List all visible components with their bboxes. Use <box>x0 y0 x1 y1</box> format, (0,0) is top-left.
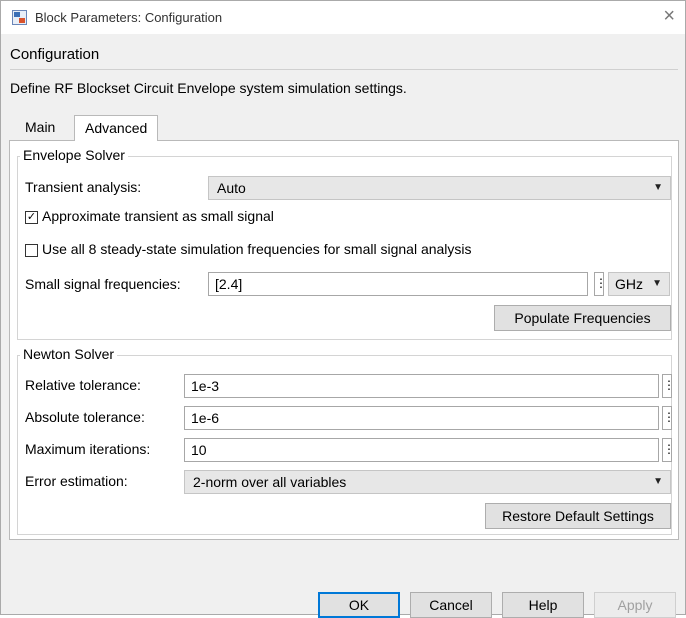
relative-tolerance-label: Relative tolerance: <box>25 377 141 393</box>
ok-button[interactable]: OK <box>318 592 400 618</box>
advanced-tab-panel: Envelope Solver Transient analysis: Auto… <box>9 140 679 540</box>
error-estimation-label: Error estimation: <box>25 473 128 489</box>
envelope-solver-legend: Envelope Solver <box>20 147 128 163</box>
use-all-frequencies-label: Use all 8 steady-state simulation freque… <box>42 241 472 257</box>
error-estimation-select[interactable]: 2-norm over all variables ▼ <box>184 470 671 494</box>
tab-advanced[interactable]: Advanced <box>74 115 159 141</box>
header-divider <box>10 69 678 70</box>
error-estimation-value: 2-norm over all variables <box>193 474 347 490</box>
populate-frequencies-button[interactable]: Populate Frequencies <box>494 305 671 331</box>
close-icon[interactable]: × <box>663 6 675 26</box>
title-bar: Block Parameters: Configuration × <box>1 1 685 34</box>
newton-solver-legend: Newton Solver <box>20 346 118 362</box>
simulink-block-icon <box>12 10 27 25</box>
small-signal-frequencies-label: Small signal frequencies: <box>25 276 181 292</box>
frequency-unit-value: GHz <box>615 276 643 292</box>
relative-tolerance-menu-icon[interactable]: ⋮ <box>662 374 675 398</box>
chevron-down-icon: ▼ <box>653 182 663 193</box>
absolute-tolerance-label: Absolute tolerance: <box>25 409 145 425</box>
chevron-down-icon: ▼ <box>653 476 663 487</box>
maximum-iterations-input[interactable]: 10 <box>184 438 659 462</box>
dialog-window: Block Parameters: Configuration × Config… <box>0 0 686 618</box>
absolute-tolerance-input[interactable]: 1e-6 <box>184 406 659 430</box>
small-signal-frequencies-menu-icon[interactable]: ⋮ <box>594 272 607 296</box>
maximum-iterations-menu-icon[interactable]: ⋮ <box>662 438 675 462</box>
transient-analysis-label: Transient analysis: <box>25 179 142 195</box>
transient-analysis-value: Auto <box>217 180 246 196</box>
use-all-frequencies-checkbox[interactable] <box>25 244 38 257</box>
cancel-button[interactable]: Cancel <box>410 592 492 618</box>
maximum-iterations-label: Maximum iterations: <box>25 441 151 457</box>
frequency-unit-select[interactable]: GHz ▼ <box>608 272 670 296</box>
approximate-transient-label: Approximate transient as small signal <box>42 208 274 224</box>
small-signal-frequencies-input[interactable]: [2.4] <box>208 272 588 296</box>
relative-tolerance-input[interactable]: 1e-3 <box>184 374 659 398</box>
restore-default-settings-button[interactable]: Restore Default Settings <box>485 503 671 529</box>
approximate-transient-checkbox[interactable]: ✓ <box>25 211 38 224</box>
tab-main[interactable]: Main <box>15 115 65 141</box>
transient-analysis-select[interactable]: Auto ▼ <box>208 176 671 200</box>
block-description: Define RF Blockset Circuit Envelope syst… <box>10 80 407 96</box>
block-name-heading: Configuration <box>10 46 100 63</box>
window-title: Block Parameters: Configuration <box>35 10 223 25</box>
apply-button[interactable]: Apply <box>594 592 676 618</box>
chevron-down-icon: ▼ <box>652 278 662 289</box>
help-button[interactable]: Help <box>502 592 584 618</box>
absolute-tolerance-menu-icon[interactable]: ⋮ <box>662 406 675 430</box>
